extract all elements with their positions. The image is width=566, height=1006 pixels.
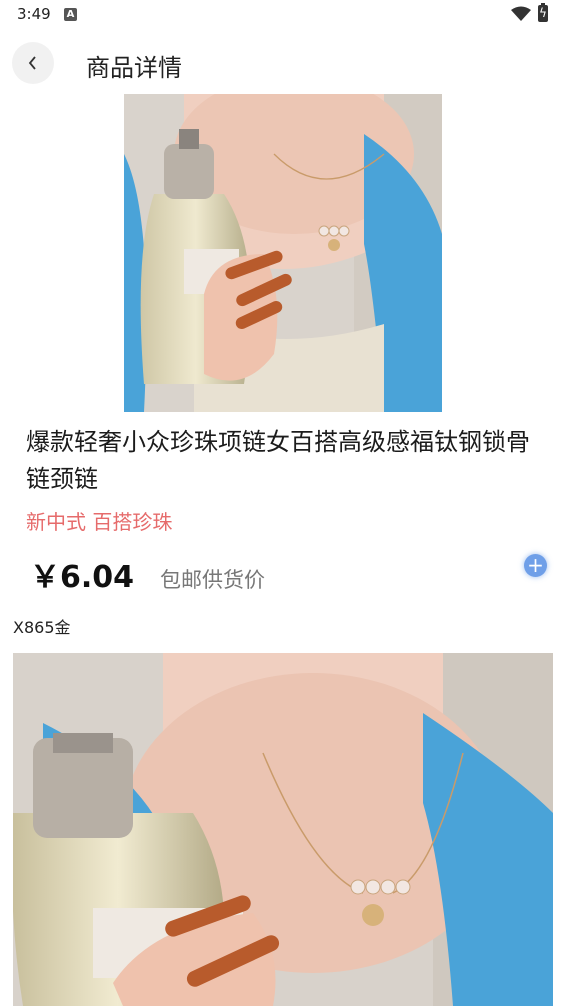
product-tags: 新中式 百搭珍珠 bbox=[26, 510, 173, 534]
price: ￥6.04 bbox=[30, 560, 135, 595]
back-button[interactable] bbox=[12, 42, 54, 84]
chevron-left-icon bbox=[28, 56, 36, 70]
product-main-image[interactable] bbox=[124, 94, 442, 412]
status-bar: 3:49 A bbox=[0, 0, 566, 30]
product-detail-image[interactable] bbox=[13, 653, 553, 1006]
battery-charging-icon bbox=[538, 3, 548, 22]
price-note: 包邮供货价 bbox=[160, 568, 266, 592]
page-title: 商品详情 bbox=[86, 54, 182, 82]
status-time: 3:49 bbox=[17, 5, 51, 23]
a-letter-icon: A bbox=[64, 8, 77, 21]
product-title: 爆款轻奢小众珍珠项链女百搭高级感福钛钢锁骨链颈链 bbox=[26, 428, 530, 493]
plus-icon: + bbox=[527, 553, 544, 577]
add-button[interactable]: + bbox=[524, 554, 547, 577]
header: 商品详情 bbox=[0, 38, 566, 88]
sku-label: X865金 bbox=[13, 618, 71, 637]
wifi-icon bbox=[511, 6, 531, 21]
price-row: ￥6.04 包邮供货价 bbox=[30, 552, 266, 595]
